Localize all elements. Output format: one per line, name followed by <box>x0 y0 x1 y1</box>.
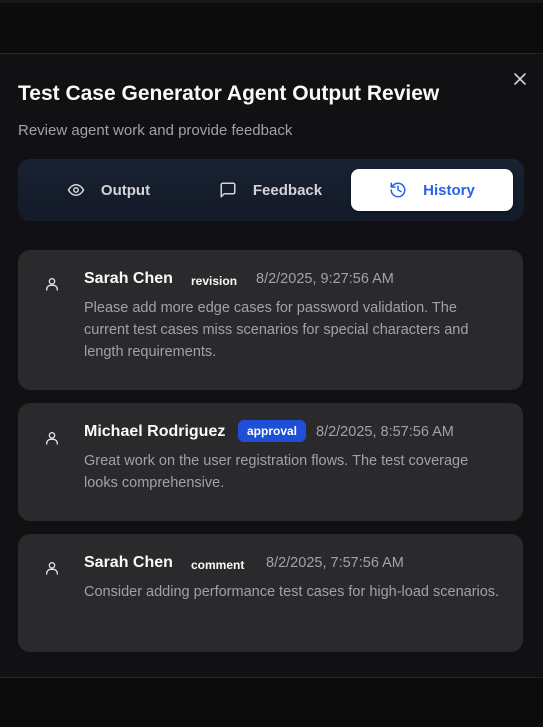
timestamp: 8/2/2025, 9:27:56 AM <box>256 271 394 287</box>
eye-icon <box>67 181 85 199</box>
tab-output[interactable]: Output <box>26 169 191 211</box>
history-entry: Sarah Chen revision 8/2/2025, 9:27:56 AM… <box>18 250 523 390</box>
tab-feedback[interactable]: Feedback <box>188 169 353 211</box>
dialog-subtitle: Review agent work and provide feedback <box>18 122 293 139</box>
tab-history[interactable]: History <box>351 169 513 211</box>
author-name: Michael Rodriguez <box>84 423 226 440</box>
user-icon <box>44 560 60 576</box>
history-icon <box>389 181 407 199</box>
backdrop-top <box>0 0 543 53</box>
type-badge: revision <box>191 274 238 288</box>
history-entry: Michael Rodriguez approval 8/2/2025, 8:5… <box>18 403 523 521</box>
feedback-message: Great work on the user registration flow… <box>84 453 469 491</box>
tab-history-label: History <box>423 181 475 199</box>
tab-output-label: Output <box>100 181 151 199</box>
type-badge: comment <box>191 558 245 572</box>
author-name: Sarah Chen <box>84 270 173 287</box>
feedback-message: Consider adding performance test cases f… <box>84 584 500 600</box>
tab-list: Output Feedback History <box>18 159 524 221</box>
dialog-title: Test Case Generator Agent Output Review <box>18 82 440 105</box>
feedback-message: Please add more edge cases for password … <box>84 300 469 360</box>
type-badge: approval <box>238 420 307 442</box>
backdrop-bottom <box>0 678 543 727</box>
author-name: Sarah Chen <box>84 554 173 571</box>
tab-feedback-label: Feedback <box>252 181 323 199</box>
timestamp: 8/2/2025, 8:57:56 AM <box>316 424 454 440</box>
history-entry: Sarah Chen comment 8/2/2025, 7:57:56 AM … <box>18 534 523 652</box>
timestamp: 8/2/2025, 7:57:56 AM <box>266 555 404 571</box>
user-icon <box>44 276 60 292</box>
user-icon <box>44 430 60 446</box>
close-button[interactable] <box>509 70 531 92</box>
message-square-icon <box>219 181 237 199</box>
close-icon <box>513 72 527 91</box>
review-dialog: Test Case Generator Agent Output Review … <box>0 53 543 678</box>
